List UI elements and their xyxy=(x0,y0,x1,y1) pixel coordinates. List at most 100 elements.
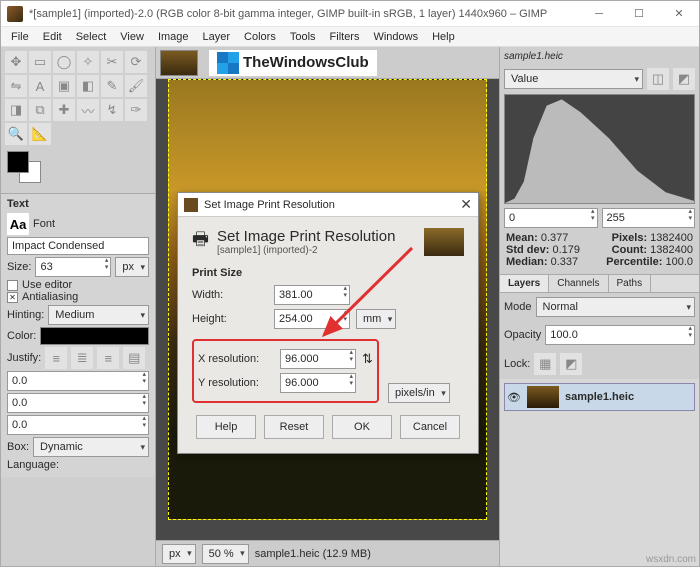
opacity-label: Opacity xyxy=(504,329,541,341)
ok-button[interactable]: OK xyxy=(332,415,392,439)
histogram-stats: Mean: 0.377Pixels: 1382400 Std dev: 0.17… xyxy=(500,230,699,270)
tool-path-icon[interactable]: ↯ xyxy=(101,99,123,121)
box-label: Box: xyxy=(7,441,29,453)
res-unit-select[interactable]: pixels/in xyxy=(388,383,450,403)
menu-tools[interactable]: Tools xyxy=(290,31,316,43)
lock-label: Lock: xyxy=(504,358,530,370)
tool-wand-icon[interactable]: ✧ xyxy=(77,51,99,73)
dialog-subtitle: [sample1] (imported)-2 xyxy=(217,245,395,256)
tab-channels[interactable]: Channels xyxy=(549,275,608,292)
histogram-channel-select[interactable]: Value xyxy=(504,69,643,89)
fg-color[interactable] xyxy=(7,151,29,173)
menu-filters[interactable]: Filters xyxy=(330,31,360,43)
range-lo[interactable]: 0 xyxy=(504,208,598,228)
justify-left-icon[interactable]: ≡ xyxy=(45,347,67,369)
menu-view[interactable]: View xyxy=(120,31,144,43)
menu-layer[interactable]: Layer xyxy=(203,31,231,43)
tool-gradient-icon[interactable]: ◧ xyxy=(77,75,99,97)
tool-move-icon[interactable]: ✥ xyxy=(5,51,27,73)
tool-heal-icon[interactable]: ✚ xyxy=(53,99,75,121)
tool-clone-icon[interactable]: ⧉ xyxy=(29,99,51,121)
size-unit-select[interactable]: mm xyxy=(356,309,396,329)
tool-fill-icon[interactable]: ▣ xyxy=(53,75,75,97)
zoom-select[interactable]: 50 % xyxy=(202,544,249,564)
box-select[interactable]: Dynamic xyxy=(33,437,149,457)
size-spinner[interactable]: 63 xyxy=(35,257,111,277)
color-swatches[interactable] xyxy=(1,149,155,193)
width-spinner[interactable]: 381.00 xyxy=(274,285,350,305)
antialias-check[interactable]: ✕Antialiasing xyxy=(7,291,149,303)
linear-icon[interactable]: ◫ xyxy=(647,68,669,90)
source-watermark: wsxdn.com xyxy=(646,554,696,565)
height-spinner[interactable]: 254.00 xyxy=(274,309,350,329)
menu-windows[interactable]: Windows xyxy=(373,31,418,43)
eye-icon[interactable]: 👁 xyxy=(507,391,521,404)
layer-item[interactable]: 👁 sample1.heic xyxy=(504,383,695,411)
font-preview-icon[interactable]: Aa xyxy=(7,213,29,235)
hinting-select[interactable]: Medium xyxy=(48,305,149,325)
dialog-title: Set Image Print Resolution xyxy=(204,199,335,211)
log-icon[interactable]: ◩ xyxy=(673,68,695,90)
print-resolution-dialog: Set Image Print Resolution ✕ 🖶 Set Image… xyxy=(177,192,479,454)
logo-icon xyxy=(217,52,239,74)
tool-rotate-icon[interactable]: ⟳ xyxy=(125,51,147,73)
tool-crop-icon[interactable]: ✂ xyxy=(101,51,123,73)
opacity-spinner[interactable]: 100.0 xyxy=(545,325,695,345)
tool-measure-icon[interactable]: 📐 xyxy=(29,123,51,145)
justify-center-icon[interactable]: ≣ xyxy=(71,347,93,369)
minimize-button[interactable]: ─ xyxy=(579,1,619,27)
tool-flip-icon[interactable]: ⇋ xyxy=(5,75,27,97)
tool-smudge-icon[interactable]: 〰 xyxy=(77,99,99,121)
linespace-spinner[interactable]: 0.0 xyxy=(7,393,149,413)
print-size-heading: Print Size xyxy=(192,267,464,279)
image-thumbnail[interactable] xyxy=(160,50,198,76)
text-color-button[interactable] xyxy=(40,327,149,345)
menu-file[interactable]: File xyxy=(11,31,29,43)
panel-heading: Text xyxy=(7,198,149,210)
right-filename: sample1.heic xyxy=(500,47,699,66)
link-icon[interactable]: ⇅ xyxy=(362,351,373,367)
reset-button[interactable]: Reset xyxy=(264,415,324,439)
maximize-button[interactable]: ☐ xyxy=(619,1,659,27)
dialog-titlebar[interactable]: Set Image Print Resolution ✕ xyxy=(178,193,478,217)
tab-paths[interactable]: Paths xyxy=(609,275,652,292)
xres-spinner[interactable]: 96.000 xyxy=(280,349,356,369)
cancel-button[interactable]: Cancel xyxy=(400,415,460,439)
menu-help[interactable]: Help xyxy=(432,31,455,43)
size-unit-select[interactable]: px xyxy=(115,257,149,277)
menu-colors[interactable]: Colors xyxy=(244,31,276,43)
dialog-close-icon[interactable]: ✕ xyxy=(460,196,472,213)
watermark-logo: TheWindowsClub xyxy=(208,49,378,77)
menu-edit[interactable]: Edit xyxy=(43,31,62,43)
use-editor-check[interactable]: Use editor xyxy=(7,279,149,291)
tab-layers[interactable]: Layers xyxy=(500,275,549,292)
yres-label: Y resolution: xyxy=(198,377,274,389)
tool-picker-icon[interactable]: ✑ xyxy=(125,99,147,121)
printer-icon: 🖶 xyxy=(192,227,209,257)
indent-spinner[interactable]: 0.0 xyxy=(7,371,149,391)
justify-fill-icon[interactable]: ▤ xyxy=(123,347,145,369)
tool-pencil-icon[interactable]: ✎ xyxy=(101,75,123,97)
yres-spinner[interactable]: 96.000 xyxy=(280,373,356,393)
justify-label: Justify: xyxy=(7,352,41,364)
status-unit-select[interactable]: px xyxy=(162,544,196,564)
tool-lasso-icon[interactable]: ◯ xyxy=(53,51,75,73)
lock-alpha-icon[interactable]: ◩ xyxy=(560,353,582,375)
tool-brush-icon[interactable]: 🖌 xyxy=(125,75,147,97)
tool-zoom-icon[interactable]: 🔍 xyxy=(5,123,27,145)
range-hi[interactable]: 255 xyxy=(602,208,696,228)
close-button[interactable]: ✕ xyxy=(659,1,699,27)
menu-image[interactable]: Image xyxy=(158,31,189,43)
tool-select-icon[interactable]: ▭ xyxy=(29,51,51,73)
menu-select[interactable]: Select xyxy=(76,31,107,43)
lock-pixel-icon[interactable]: ▦ xyxy=(534,353,556,375)
justify-right-icon[interactable]: ≡ xyxy=(97,347,119,369)
layer-list: 👁 sample1.heic xyxy=(500,379,699,566)
layer-thumb xyxy=(527,386,559,408)
tool-text-icon[interactable]: A xyxy=(29,75,51,97)
tool-eraser-icon[interactable]: ◨ xyxy=(5,99,27,121)
font-field[interactable]: Impact Condensed xyxy=(7,237,149,255)
letterspace-spinner[interactable]: 0.0 xyxy=(7,415,149,435)
mode-select[interactable]: Normal xyxy=(536,297,695,317)
help-button[interactable]: Help xyxy=(196,415,256,439)
